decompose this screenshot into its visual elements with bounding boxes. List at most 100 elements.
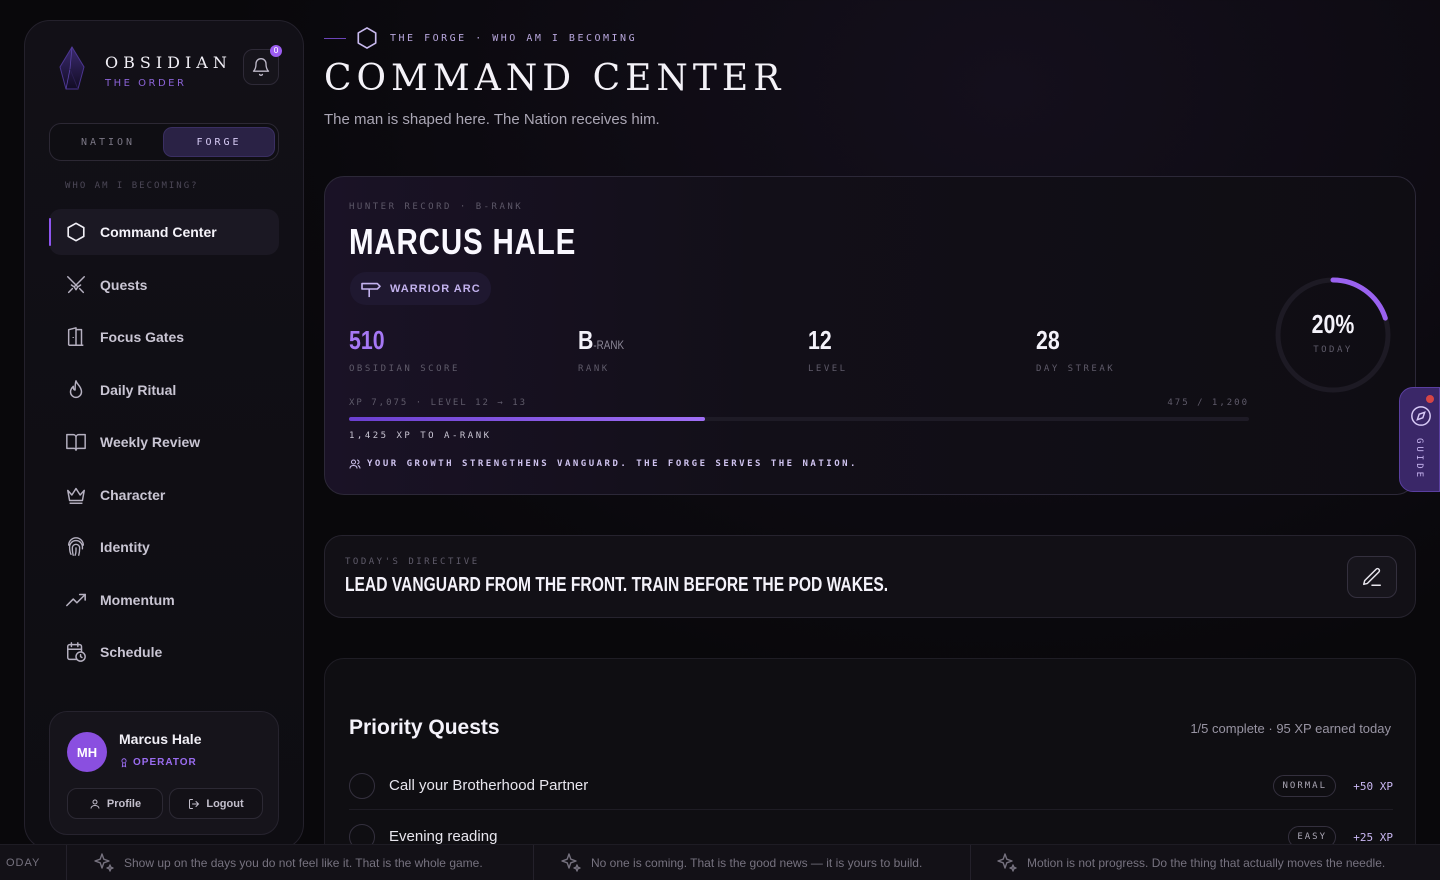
today-progress-value-text: 20% [1311,309,1355,339]
breadcrumb-line [324,37,346,39]
brand-name: OBSIDIAN [105,53,232,72]
quest-xp: +25 XP [1353,831,1393,844]
quest-xp: +50 XP [1353,780,1393,793]
book-icon [65,431,87,453]
breadcrumb-text: THE FORGE · WHO AM I BECOMING [390,32,638,44]
user-icon [90,799,100,809]
ticker-divider [66,845,67,880]
sidebar-item-identity[interactable]: Identity [49,524,279,570]
sidebar-item-momentum[interactable]: Momentum [49,577,279,623]
sidebar-item-schedule[interactable]: Schedule [49,629,279,675]
hunter-record-card: HUNTER RECORD · B-RANK MARCUS HALE WARRI… [324,176,1416,495]
sidebar-item-label: Command Center [100,224,217,240]
sidebar-item-command-center[interactable]: Command Center [49,209,279,255]
ticker-divider [533,845,534,880]
stat-label: RANK [578,364,610,374]
gate-icon [65,326,87,348]
arc-badge[interactable]: WARRIOR ARC [350,272,491,305]
ticker-text: Motion is not progress. Do the thing tha… [1027,856,1386,870]
ticker-fragment: ODAY [6,857,41,869]
xp-level-text: XP 7,075 · LEVEL 12 → 13 [349,398,528,408]
fingerprint-icon [65,536,87,558]
xp-to-next-rank: 1,425 XP TO A-RANK [349,431,492,441]
profile-button[interactable]: Profile [67,788,163,819]
stat-level: 12 LEVEL [808,325,848,374]
users-icon [349,459,361,469]
brand-subtitle: THE ORDER [105,78,187,89]
quest-row[interactable]: Call your Brotherhood Partner NORMAL +50… [349,760,1393,810]
logout-icon [189,798,200,809]
stat-label: LEVEL [808,364,848,374]
ticker-item: Motion is not progress. Do the thing tha… [995,845,1385,880]
compass-icon [1411,406,1431,426]
hexagon-icon [357,27,377,49]
growth-note: YOUR GROWTH STRENGTHENS VANGUARD. THE FO… [349,458,858,470]
guide-tab[interactable]: GUIDE [1399,387,1440,492]
growth-note-text: YOUR GROWTH STRENGTHENS VANGUARD. THE FO… [367,459,858,469]
rank-suffix: -RANK [593,338,625,352]
rank-letter: B [578,325,594,355]
user-role-label: OPERATOR [133,757,197,768]
hunter-record-label: HUNTER RECORD · B-RANK [349,202,524,212]
edit-directive-button[interactable] [1347,556,1397,598]
arc-label: WARRIOR ARC [390,282,481,295]
ticker-divider [970,845,971,880]
quest-difficulty-badge: NORMAL [1273,775,1336,797]
sidebar-item-label: Momentum [100,591,175,608]
directive-text: LEAD VANGUARD FROM THE FRONT. TRAIN BEFO… [345,574,889,596]
sidebar-item-label: Schedule [100,644,163,660]
crown-icon [65,484,87,506]
breadcrumb: THE FORGE · WHO AM I BECOMING [324,26,637,50]
today-progress-label: TODAY [1313,345,1353,355]
sidebar-item-character[interactable]: Character [49,472,279,518]
sidebar-item-daily-ritual[interactable]: Daily Ritual [49,367,279,413]
user-card: MH Marcus Hale OPERATOR Profile Logout [49,711,279,835]
bell-icon [252,58,270,76]
sidebar-item-label: Quests [100,276,148,293]
stat-label: OBSIDIAN SCORE [349,364,460,374]
profile-button-label: Profile [106,797,142,810]
mode-forge-button[interactable]: FORGE [163,127,275,157]
stat-value: 28 [1036,325,1060,355]
sidebar-item-label: Identity [100,539,150,555]
flame-icon [65,379,87,401]
brand[interactable]: OBSIDIAN THE ORDER [57,45,232,93]
sidebar-nav: Command Center Quests Focus Gates Daily … [49,209,279,682]
trend-up-icon [65,589,87,611]
todays-directive-card: TODAY'S DIRECTIVE LEAD VANGUARD FROM THE… [324,535,1416,618]
xp-row: XP 7,075 · LEVEL 12 → 13 475 / 1,200 [349,398,1249,408]
sidebar-item-label: Weekly Review [100,434,201,450]
sidebar: OBSIDIAN THE ORDER 0 NATION FORGE WHO AM… [24,20,304,850]
user-role: OPERATOR [119,757,197,768]
quests-progress-meta: 1/5 complete · 95 XP earned today [1190,721,1391,736]
sidebar-item-focus-gates[interactable]: Focus Gates [49,314,279,360]
crossed-swords-icon [65,274,87,296]
directive-label: TODAY'S DIRECTIVE [345,557,480,567]
guide-alert-dot [1425,394,1435,404]
sidebar-item-quests[interactable]: Quests [49,262,279,308]
ticker-item: Show up on the days you do not feel like… [92,845,483,880]
guide-label: GUIDE [1414,438,1424,481]
stat-value: 12 [808,325,832,355]
sparkle-icon [997,853,1017,872]
logout-button-label: Logout [206,797,244,810]
notifications-button[interactable]: 0 [243,45,282,85]
stat-label: DAY STREAK [1036,364,1116,374]
stat-rank: B-RANK RANK [578,325,634,374]
avatar[interactable]: MH [67,732,107,772]
badge-icon [121,758,127,768]
page-title: COMMAND CENTER [324,58,786,99]
quote-ticker: ODAY Show up on the days you do not feel… [0,844,1440,880]
user-name: Marcus Hale [119,731,202,747]
xp-progress-bar [349,417,1249,421]
hunter-name: MARCUS HALE [349,221,577,262]
stat-value: 510 [349,325,385,355]
xp-progress-fill [349,417,706,421]
sidebar-item-label: Character [100,486,166,503]
mode-nation-button[interactable]: NATION [53,127,163,157]
quest-checkbox[interactable] [349,773,375,799]
sparkle-icon [94,853,114,872]
sidebar-item-weekly-review[interactable]: Weekly Review [49,419,279,465]
logout-button[interactable]: Logout [169,788,263,819]
notification-count-badge: 0 [270,45,282,57]
